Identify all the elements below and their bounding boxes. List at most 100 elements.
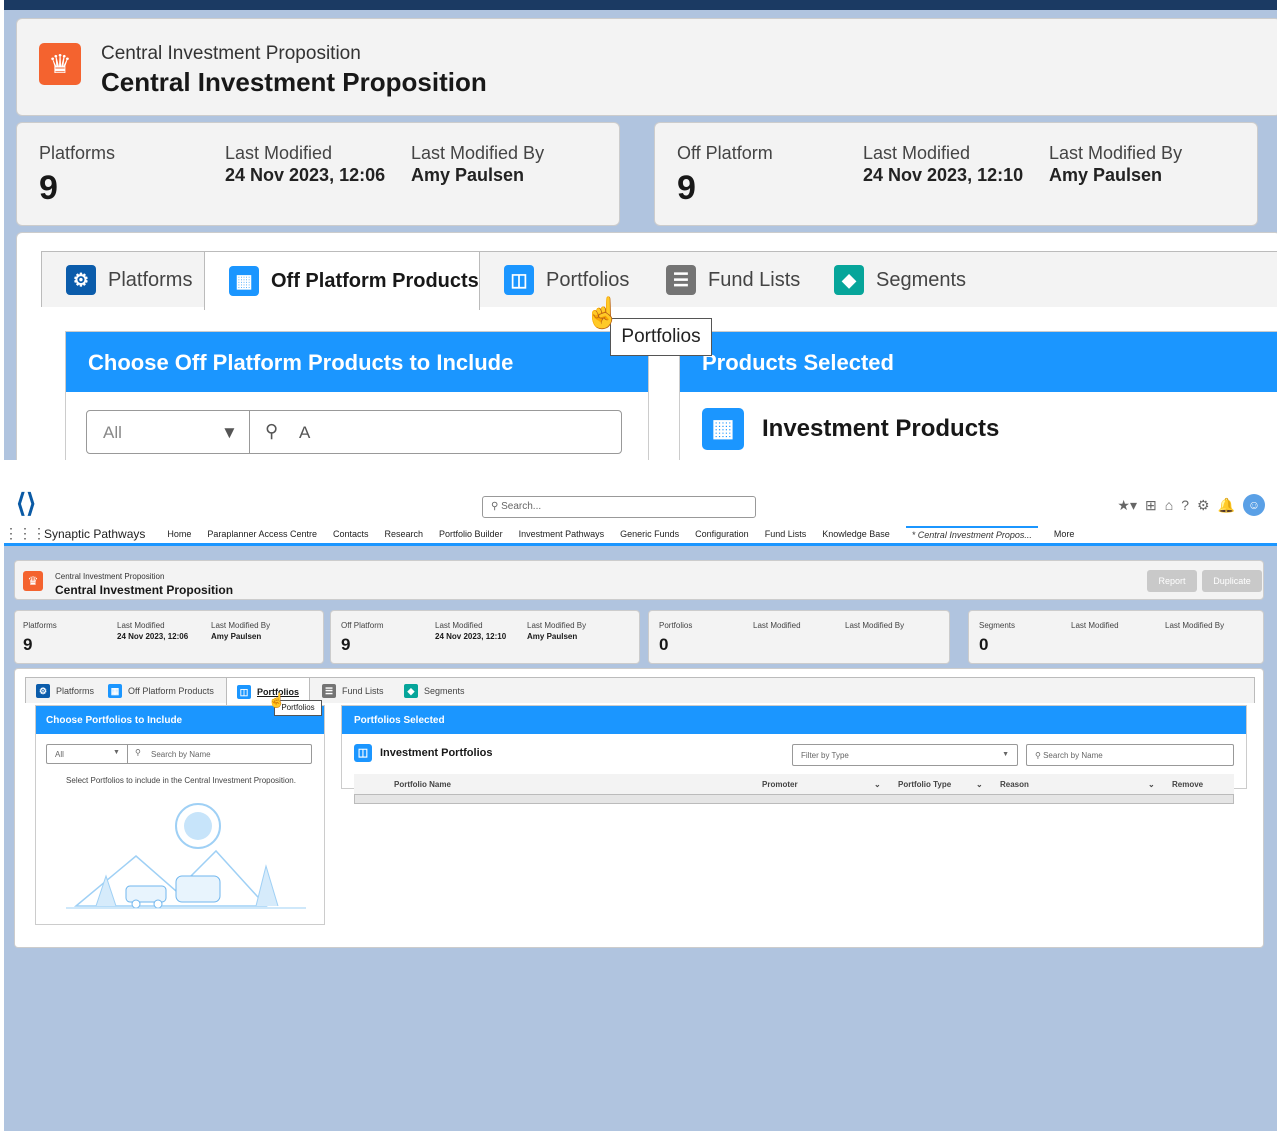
tab-label: Platforms: [56, 686, 95, 696]
card-by-value: Amy Paulsen: [1049, 165, 1163, 185]
zoom-right-panel: Products Selected ▦ Investment Products: [679, 331, 1277, 460]
filter-value[interactable]: All: [103, 423, 122, 443]
search-input[interactable]: Search by Name: [151, 750, 211, 759]
tab-label: Fund Lists: [342, 686, 384, 696]
nav-item[interactable]: Fund Lists: [765, 529, 807, 539]
nav-item-active-tab[interactable]: * Central Investment Propos...: [905, 525, 1038, 542]
tab-platforms[interactable]: ⚙ Platforms: [42, 252, 204, 308]
bell-icon[interactable]: 🔔: [1218, 497, 1235, 514]
tab-segments[interactable]: ◆ Segments: [394, 678, 484, 704]
column-portfolio-type[interactable]: Portfolio Type: [898, 780, 951, 789]
record-header: ♛ Central Investment Proposition Central…: [14, 560, 1264, 600]
chevron-down-icon: ▼: [221, 423, 238, 442]
card-count: 9: [677, 169, 696, 207]
table-icon: ▦: [108, 684, 122, 698]
tab-label: Platforms: [108, 268, 193, 291]
tab-segments[interactable]: ◆ Segments: [810, 252, 970, 308]
favorites-icon[interactable]: ★▾: [1117, 497, 1137, 514]
right-search-input[interactable]: ⚲ Search by Name: [1026, 744, 1234, 766]
record-title: Central Investment Proposition: [101, 67, 487, 97]
section-title: Investment Portfolios: [380, 747, 493, 759]
card-by-label: Last Modified By: [211, 621, 271, 630]
portfolio-icon: ◫: [504, 265, 534, 295]
card-by-label: Last Modified By: [527, 621, 587, 630]
tab-off-platform-products[interactable]: ▦ Off Platform Products: [204, 252, 480, 310]
card-by-label: Last Modified By: [845, 621, 905, 630]
card-count: 9: [39, 169, 58, 207]
hand-cursor-icon: ☝: [584, 297, 622, 330]
nav-item[interactable]: Knowledge Base: [822, 529, 890, 539]
chevron-down-icon[interactable]: ⌄: [1148, 780, 1155, 789]
gear-icon[interactable]: ⚙: [1197, 497, 1210, 514]
zoom-tabbar: ⚙ Platforms ▦ Off Platform Products ◫ Portf…: [41, 251, 1277, 310]
app: ⟨⟩ ⚲ Search... ★▾ ⊞ ⌂ ? ⚙ 🔔 ☺ ⋮⋮⋮ Synapt…: [4, 480, 1277, 1131]
duplicate-button[interactable]: Duplicate: [1202, 570, 1262, 592]
filter-select[interactable]: All: [55, 750, 64, 759]
column-remove[interactable]: Remove: [1172, 780, 1203, 789]
trailhead-icon[interactable]: ⌂: [1165, 497, 1173, 513]
tab-label: Off Platform Products: [271, 269, 479, 292]
nav-item[interactable]: Generic Funds: [620, 529, 679, 539]
app-launcher-icon[interactable]: ⋮⋮⋮: [4, 525, 46, 542]
nav-item[interactable]: Contacts: [333, 529, 369, 539]
divider: [249, 411, 250, 453]
card-label: Portfolios: [659, 621, 693, 630]
nav-item[interactable]: Home: [167, 529, 191, 539]
tooltip-zoom: Portfolios: [610, 318, 712, 356]
nav-item[interactable]: Portfolio Builder: [439, 529, 503, 539]
card-count: 9: [23, 635, 33, 654]
card-platforms: Platforms 9 Last Modified 24 Nov 2023, 1…: [14, 610, 324, 664]
panel-header: Choose Off Platform Products to Include: [66, 332, 648, 392]
card-mod-value: 24 Nov 2023, 12:10: [435, 632, 507, 641]
card-count: 0: [979, 635, 989, 654]
column-reason[interactable]: Reason: [1000, 780, 1029, 789]
card-mod-value: 24 Nov 2023, 12:10: [863, 165, 1024, 185]
card-by-label: Last Modified By: [1165, 621, 1225, 630]
header-icons: ★▾ ⊞ ⌂ ? ⚙ 🔔 ☺: [1117, 494, 1265, 516]
table-icon: ▦: [702, 408, 744, 450]
tab-fund-lists[interactable]: ☰ Fund Lists: [312, 678, 392, 704]
hand-cursor-icon: ☝: [268, 692, 286, 708]
right-panel: Portfolios Selected ◫ Investment Portfoli…: [341, 705, 1247, 804]
segments-icon: ◆: [834, 265, 864, 295]
chevron-down-icon: ▼: [1002, 751, 1009, 758]
tab-fund-lists[interactable]: ☰ Fund Lists: [642, 252, 802, 308]
card-count: 0: [659, 635, 669, 654]
nav-item[interactable]: Research: [385, 529, 424, 539]
card-label: Off Platform: [341, 621, 384, 630]
card-portfolios: Portfolios 0 Last Modified Last Modified…: [648, 610, 950, 664]
column-portfolio-name[interactable]: Portfolio Name: [394, 780, 451, 789]
tab-label: Off Platform Products: [128, 686, 214, 696]
nav-item[interactable]: Configuration: [695, 529, 749, 539]
card-mod-label: Last Modified: [225, 143, 333, 163]
add-icon[interactable]: ⊞: [1145, 497, 1157, 514]
help-icon[interactable]: ?: [1181, 497, 1189, 513]
chevron-down-icon[interactable]: ⌄: [874, 780, 881, 789]
chevron-down-icon[interactable]: ⌄: [976, 780, 983, 789]
tab-off-platform-products[interactable]: ▦ Off Platform Products: [98, 678, 228, 704]
card-mod-label: Last Modified: [863, 143, 971, 163]
search-icon: ⚲: [135, 748, 141, 757]
horizontal-scrollbar[interactable]: [354, 794, 1234, 804]
table-header: Portfolio Name Promoter ⌄ Portfolio Type…: [354, 774, 1234, 794]
filter-row: All ▼ ⚲ Search by Name: [46, 744, 312, 764]
filter-type-select[interactable]: Filter by Type ▼: [792, 744, 1018, 766]
search-icon: ⚲: [265, 421, 279, 441]
search-placeholder: Search by Name: [1043, 751, 1103, 760]
zoom-record-header: ♛ Central Investment Proposition Central…: [16, 18, 1277, 116]
portfolio-icon: ◫: [354, 744, 372, 762]
tab-platforms[interactable]: ⚙ Platforms: [26, 678, 108, 704]
nav-more[interactable]: More: [1054, 529, 1075, 539]
list-icon: ☰: [322, 684, 336, 698]
app-logo-icon: ⟨⟩: [16, 488, 37, 518]
empty-state-illustration: [66, 803, 306, 909]
column-promoter[interactable]: Promoter: [762, 780, 798, 789]
nav-item[interactable]: Paraplanner Access Centre: [207, 529, 317, 539]
report-button[interactable]: Report: [1147, 570, 1197, 592]
card-mod-label: Last Modified: [1071, 621, 1119, 630]
tab-label: Segments: [424, 686, 465, 696]
search-value[interactable]: A: [299, 423, 310, 443]
avatar[interactable]: ☺: [1243, 494, 1265, 516]
global-search[interactable]: ⚲ Search...: [482, 496, 756, 518]
nav-item[interactable]: Investment Pathways: [519, 529, 605, 539]
